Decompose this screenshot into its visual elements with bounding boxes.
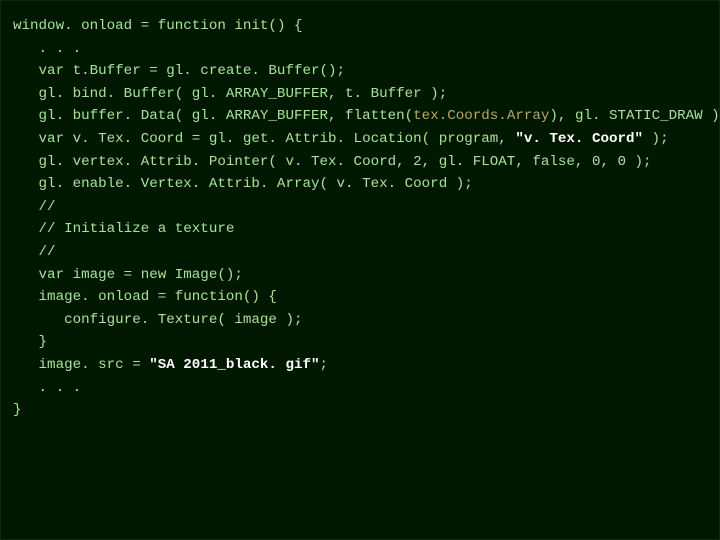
code-segment: init() {: [234, 18, 302, 34]
code-line: }: [13, 399, 707, 422]
indent: [13, 357, 39, 373]
code-line: // Initialize a texture: [13, 218, 707, 241]
code-line: //: [13, 196, 707, 219]
code-segment: image. onload = function() {: [39, 289, 277, 305]
code-block: window. onload = function init() { . . .…: [0, 0, 720, 540]
code-segment: configure. Texture( image );: [64, 312, 302, 328]
code-segment: . . .: [39, 41, 82, 57]
code-segment: . . .: [39, 380, 82, 396]
indent: [13, 154, 39, 170]
code-line: }: [13, 331, 707, 354]
indent: [13, 221, 39, 237]
code-line: gl. vertex. Attrib. Pointer( v. Tex. Coo…: [13, 151, 707, 174]
indent: [13, 41, 39, 57]
code-line: gl. enable. Vertex. Attrib. Array( v. Te…: [13, 173, 707, 196]
code-segment: var t.Buffer = gl. create. Buffer();: [39, 63, 346, 79]
code-line: . . .: [13, 38, 707, 61]
code-segment: image. src =: [39, 357, 150, 373]
indent: [13, 312, 64, 328]
code-segment: }: [39, 334, 48, 350]
code-segment: gl. buffer. Data( gl. ARRAY_BUFFER, flat…: [39, 108, 414, 124]
code-segment: window. onload = function: [13, 18, 234, 34]
code-segment: );: [643, 131, 669, 147]
code-segment: var v. Tex. Coord = gl. get. Attrib. Loc…: [39, 131, 516, 147]
code-segment: var image = new Image();: [39, 267, 243, 283]
code-line: gl. buffer. Data( gl. ARRAY_BUFFER, flat…: [13, 105, 707, 128]
code-segment: //: [39, 199, 56, 215]
code-line: var image = new Image();: [13, 264, 707, 287]
code-segment: gl. bind. Buffer( gl. ARRAY_BUFFER, t. B…: [39, 86, 448, 102]
indent: [13, 380, 39, 396]
code-line: var v. Tex. Coord = gl. get. Attrib. Loc…: [13, 128, 707, 151]
code-line: . . .: [13, 377, 707, 400]
code-segment: "SA 2011_black. gif": [149, 357, 319, 373]
code-line: //: [13, 241, 707, 264]
code-segment: ;: [320, 357, 329, 373]
code-line: image. src = "SA 2011_black. gif";: [13, 354, 707, 377]
code-segment: gl. vertex. Attrib. Pointer( v. Tex. Coo…: [39, 154, 652, 170]
code-line: window. onload = function init() {: [13, 15, 707, 38]
indent: [13, 176, 39, 192]
indent: [13, 131, 39, 147]
code-line: gl. bind. Buffer( gl. ARRAY_BUFFER, t. B…: [13, 83, 707, 106]
code-segment: gl. enable. Vertex. Attrib. Array( v. Te…: [39, 176, 473, 192]
code-segment: // Initialize a texture: [39, 221, 235, 237]
code-segment: }: [13, 402, 22, 418]
code-segment: //: [39, 244, 56, 260]
indent: [13, 199, 39, 215]
code-segment: tex.Coords.Array: [413, 108, 549, 124]
code-segment: "v. Tex. Coord": [515, 131, 643, 147]
indent: [13, 244, 39, 260]
code-line: image. onload = function() {: [13, 286, 707, 309]
indent: [13, 289, 39, 305]
indent: [13, 86, 39, 102]
code-segment: ), gl. STATIC_DRAW );: [549, 108, 720, 124]
indent: [13, 267, 39, 283]
indent: [13, 334, 39, 350]
indent: [13, 108, 39, 124]
code-line: configure. Texture( image );: [13, 309, 707, 332]
code-line: var t.Buffer = gl. create. Buffer();: [13, 60, 707, 83]
indent: [13, 63, 39, 79]
